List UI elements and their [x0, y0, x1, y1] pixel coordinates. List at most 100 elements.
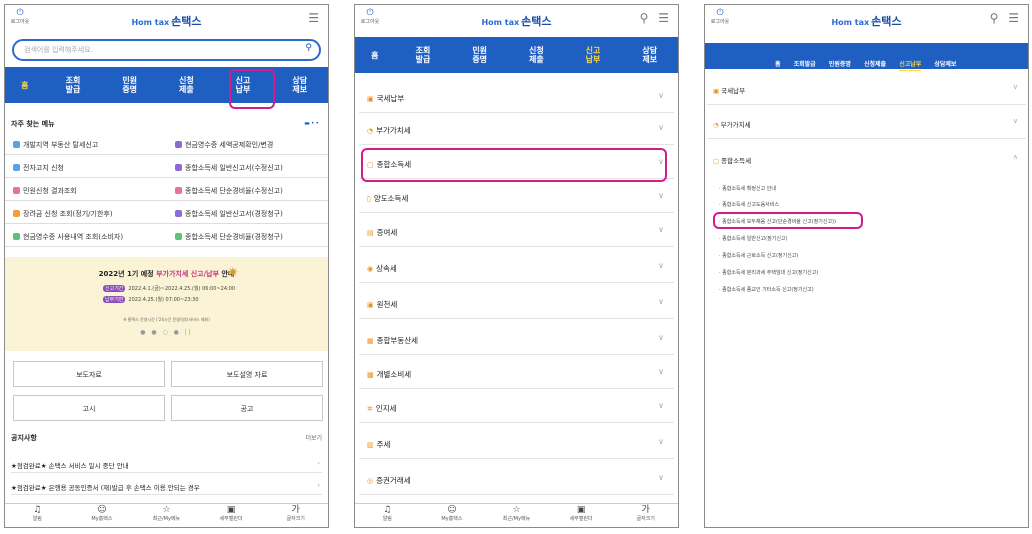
sub-menu-item[interactable]: · 종합소득세 일반신고(정기신고) — [719, 235, 787, 242]
accordion-item[interactable]: ▦ 종합부동산세 ∨ — [359, 323, 674, 355]
announcement-button[interactable]: 공고 — [171, 395, 323, 421]
frequent-menu-item[interactable]: 종합소득세 단순경비율(수정신고) — [167, 179, 328, 201]
tab-civil[interactable]: 민원증명 — [829, 59, 851, 68]
menu-icon[interactable]: ☰ — [658, 11, 672, 25]
menu-bullet-icon — [13, 141, 20, 148]
app-header: ⏻ 로그아웃 Hom tax 손택스 ⚲ ☰ — [705, 5, 1028, 35]
notice-item[interactable]: ★점검완료★ 손택스 서비스 일시 중단 안내 › — [11, 455, 322, 473]
search-input[interactable]: 검색어를 입력해주세요. ⚲ — [12, 39, 321, 61]
tab-apply[interactable]: 신청제출 — [864, 59, 886, 68]
bottom-nav-my[interactable]: ☺ My홈택스 — [70, 504, 135, 527]
calendar-icon: ▣ — [226, 505, 236, 515]
bottom-nav-fontsize[interactable]: 가 글자크기 — [263, 504, 328, 527]
menu-bullet-icon — [13, 164, 20, 171]
menu-icon[interactable]: ☰ — [308, 11, 322, 25]
accordion-item[interactable]: ✲ 인지세 ∨ — [359, 391, 674, 423]
search-icon[interactable]: ⚲ — [305, 43, 312, 53]
accordion-item[interactable]: ▢ 종합소득세 ∨ — [359, 147, 674, 179]
search-icon[interactable]: ⚲ — [990, 11, 1002, 25]
tab-consult[interactable]: 상담 제보 — [621, 46, 678, 64]
chevron-down-icon: ∨ — [658, 437, 664, 446]
person-icon: ☺ — [97, 505, 107, 515]
notification-button[interactable]: 고시 — [13, 395, 165, 421]
frequent-menu-item[interactable]: 장려금 신청 조회(정기/기한후) — [5, 202, 167, 224]
tax-icon: ▥ — [367, 441, 374, 449]
accordion-item[interactable]: ◔ 부가가치세 ∨ — [359, 113, 674, 145]
tab-consult[interactable]: 상담제보 — [934, 59, 956, 68]
notice-header: 공지사항 더보기 — [11, 433, 322, 442]
sub-menu-item[interactable]: · 종합소득세 종교인 기타소득 신고(정기신고) — [719, 286, 814, 293]
font-size-icon: 가 — [641, 505, 650, 515]
search-icon[interactable]: ⚲ — [640, 11, 652, 25]
accordion-item[interactable]: ▣ 국세납부 ∨ — [707, 71, 1026, 105]
main-nav: 홈 조회 발급 민원 증명 신청 제출 신고 납부 상담 제보 — [5, 67, 328, 103]
frequent-menu-item[interactable]: 전자고지 신청 — [5, 156, 167, 178]
tab-apply[interactable]: 신청 제출 — [158, 76, 215, 94]
person-icon: ☺ — [447, 505, 457, 515]
app-header: ⏻ 로그아웃 Hom tax 손택스 ⚲ ☰ — [355, 5, 678, 35]
accordion-item[interactable]: ▯ 양도소득세 ∨ — [359, 181, 674, 213]
tab-report-pay[interactable]: 신고납부 — [899, 59, 922, 71]
app-logo[interactable]: Hom tax 손택스 — [5, 13, 328, 29]
tab-home[interactable]: 홈 — [775, 59, 781, 68]
accordion-item[interactable]: ▣ 국세납부 ∨ — [359, 81, 674, 113]
app-logo[interactable]: Hom tax 손택스 — [355, 13, 678, 29]
menu-bullet-icon — [175, 164, 182, 171]
sub-menu-item[interactable]: · 종합소득세 근로소득 신고(정기신고) — [719, 252, 798, 259]
bottom-nav-calendar[interactable]: ▣ 세무캘린더 — [199, 504, 264, 527]
tab-consult[interactable]: 상담 제보 — [271, 76, 328, 94]
tab-report-pay[interactable]: 신고 납부 — [215, 76, 272, 94]
tab-inquiry[interactable]: 조회 발급 — [45, 76, 102, 94]
sub-menu-item[interactable]: · 종합소득세 분리과세 주택임대 신고(정기신고) — [719, 269, 818, 276]
accordion-item[interactable]: ◉ 상속세 ∨ — [359, 251, 674, 283]
frequent-menu-item[interactable]: 민원신청 결과조회 — [5, 179, 167, 201]
banner-pager[interactable]: ● ● ○ ● || — [5, 329, 328, 336]
chevron-right-icon: › — [317, 459, 320, 467]
frequent-menu-item[interactable]: 현금영수증 세액공제확인/변경 — [167, 133, 328, 155]
accordion-item[interactable]: ▥ 주세 ∨ — [359, 427, 674, 459]
promo-banner[interactable]: 2022년 1기 예정 부가가치세 신고/납부 안내 ✷ 신고기간 2022.4.… — [5, 257, 328, 351]
accordion-item-expanded[interactable]: ▢ 종합소득세 ∧ — [707, 141, 1026, 175]
press-release-button[interactable]: 보도자료 — [13, 361, 165, 387]
accordion-item[interactable]: ▣ 원천세 ∨ — [359, 287, 674, 319]
menu-bullet-icon — [13, 210, 20, 217]
press-explanation-button[interactable]: 보도설명 자료 — [171, 361, 323, 387]
tab-apply[interactable]: 신청 제출 — [508, 46, 565, 64]
notice-item[interactable]: ★점검완료★ 은행용 공동인증서 (재)발급 후 손택스 이용 안되는 경우 › — [11, 477, 322, 495]
tab-civil[interactable]: 민원 증명 — [451, 46, 508, 64]
bottom-nav-fontsize[interactable]: 가 글자크기 — [613, 504, 678, 527]
menu-bullet-icon — [175, 210, 182, 217]
tab-civil[interactable]: 민원 증명 — [101, 76, 158, 94]
bottom-nav-calendar[interactable]: ▣ 세무캘린더 — [549, 504, 614, 527]
tab-inquiry[interactable]: 조회발급 — [794, 59, 816, 68]
search-menu-icons[interactable]: ⚲ ☰ — [640, 11, 672, 25]
chevron-right-icon: › — [317, 481, 320, 489]
accordion-item[interactable]: ◔ 부가가치세 ∨ — [707, 105, 1026, 139]
accordion-item[interactable]: ▩ 개별소비세 ∨ — [359, 357, 674, 389]
frequent-menu-item[interactable]: 현금영수증 사용내역 조회(소비자) — [5, 225, 167, 247]
sub-menu-item[interactable]: · 종합소득세 신고도움서비스 — [719, 201, 779, 208]
frequent-menu-item[interactable]: 종합소득세 단순경비율(경정청구) — [167, 225, 328, 247]
sub-menu-item[interactable]: · 종합소득세 확정신고 안내 — [719, 185, 776, 192]
bottom-nav-recent[interactable]: ☆ 최근/My메뉴 — [484, 504, 549, 527]
accordion-item[interactable]: ▤ 증여세 ∨ — [359, 215, 674, 247]
bottom-nav-my[interactable]: ☺ My홈택스 — [420, 504, 485, 527]
notice-more-link[interactable]: 더보기 — [305, 433, 322, 442]
frequent-menu-item[interactable]: 개발지역 부동산 탈세신고 — [5, 133, 167, 155]
menu-icon[interactable]: ☰ — [1008, 11, 1022, 25]
bottom-nav-alerts[interactable]: ♫ 알림 — [5, 504, 70, 527]
tab-home[interactable]: 홈 — [355, 51, 395, 60]
tax-icon: ▯ — [367, 195, 371, 203]
bottom-nav-alerts[interactable]: ♫ 알림 — [355, 504, 420, 527]
tab-inquiry[interactable]: 조회 발급 — [395, 46, 452, 64]
frequent-menu-item[interactable]: 종합소득세 일반신고서(수정신고) — [167, 156, 328, 178]
accordion-item[interactable]: ◎ 증권거래세 ∨ — [359, 463, 674, 495]
frequent-menu-item[interactable]: 종합소득세 일반신고서(경정청구) — [167, 202, 328, 224]
search-menu-icons[interactable]: ⚲ ☰ — [990, 11, 1022, 25]
tab-home[interactable]: 홈 — [5, 81, 45, 90]
tab-report-pay[interactable]: 신고 납부 — [565, 46, 622, 64]
app-logo[interactable]: Hom tax 손택스 — [705, 13, 1028, 29]
chevron-down-icon: ∨ — [658, 297, 664, 306]
sub-menu-item[interactable]: · 종합소득세 모두채움 신고(단순경비율 신고(정기신고)) — [719, 218, 836, 225]
bottom-nav-recent[interactable]: ☆ 최근/My메뉴 — [134, 504, 199, 527]
